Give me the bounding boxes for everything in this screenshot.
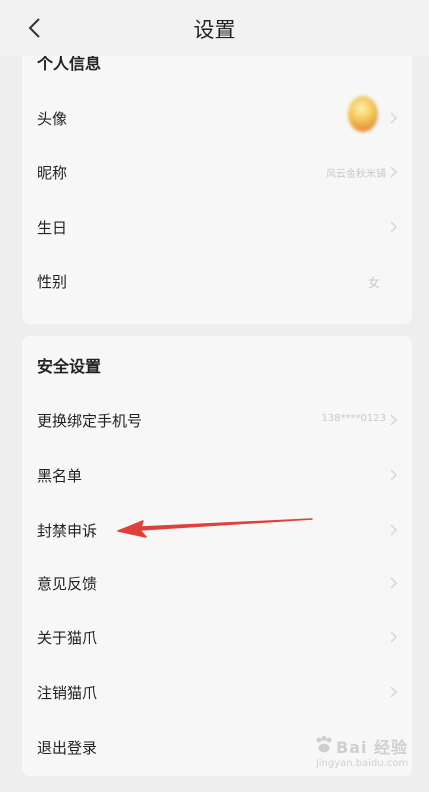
phone-value: 138****0123 [321,413,386,424]
nickname-value: 风云金秋米铺 [326,169,386,180]
avatar-label: 头像 [37,110,68,128]
about-row[interactable]: 关于猫爪 [22,617,412,657]
chevron-right-icon [390,686,398,698]
top-bar: 设置 [0,0,429,56]
change-phone-label: 更换绑定手机号 [37,412,143,430]
watermark: Bai 经验 jingyan.baidu.com [314,734,414,774]
page-title: 设置 [193,18,236,42]
logout-label: 退出登录 [37,739,98,757]
blacklist-label: 黑名单 [37,467,83,485]
ban-appeal-row[interactable]: 封禁申诉 [22,510,412,550]
chevron-right-icon [390,112,398,124]
chevron-right-icon [390,524,398,536]
birthday-row[interactable]: 生日 [22,207,412,247]
feedback-row[interactable]: 意见反馈 [22,563,412,603]
paw-icon [316,736,332,753]
gender-label: 性别 [37,273,68,291]
avatar-row[interactable]: 头像 [22,96,412,138]
delete-account-row[interactable]: 注销猫爪 [22,672,412,712]
feedback-label: 意见反馈 [37,575,98,593]
avatar [348,96,378,132]
chevron-right-icon [390,469,398,481]
birthday-label: 生日 [37,219,68,237]
watermark-url: jingyan.baidu.com [316,758,409,769]
about-label: 关于猫爪 [37,629,98,647]
nickname-row[interactable]: 昵称 风云金秋米铺 [22,152,412,192]
chevron-right-icon [390,166,398,178]
ban-appeal-label: 封禁申诉 [37,522,98,540]
chevron-right-icon [390,577,398,589]
delete-account-label: 注销猫爪 [37,684,98,702]
gender-value: 女 [367,276,380,290]
security-section-title: 安全设置 [37,357,102,376]
gender-row[interactable]: 性别 女 [22,261,412,301]
chevron-right-icon [390,221,398,233]
chevron-right-icon [390,631,398,643]
blacklist-row[interactable]: 黑名单 [22,455,412,495]
nickname-label: 昵称 [37,164,68,182]
watermark-brand: Bai 经验 [336,738,409,757]
chevron-right-icon [390,414,398,426]
change-phone-row[interactable]: 更换绑定手机号 138****0123 [22,400,412,440]
